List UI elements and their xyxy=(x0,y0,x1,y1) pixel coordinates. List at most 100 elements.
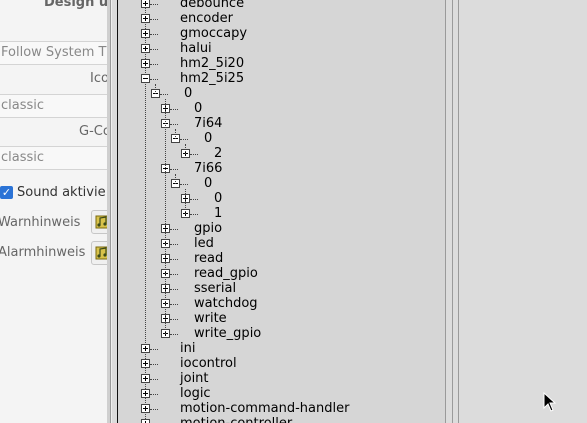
hal-tree-window: debounce encoder gmoccapy halui hm2_5i20 hm2_… xyxy=(107,0,587,423)
tree-connector xyxy=(150,379,158,380)
tree-connector xyxy=(190,214,198,215)
tree-connector xyxy=(170,124,178,125)
tree-connector xyxy=(170,244,178,245)
tree-row[interactable]: hm2_5i25 xyxy=(118,71,438,87)
tree-guide-line xyxy=(175,129,176,139)
plus-box-icon[interactable] xyxy=(141,29,150,38)
tree-node-label: 0 xyxy=(204,131,213,146)
tree-node-label: gpio xyxy=(194,221,223,236)
warning-sound-button[interactable] xyxy=(91,210,107,234)
plus-box-icon[interactable] xyxy=(141,404,150,413)
plus-box-icon[interactable] xyxy=(141,0,150,8)
tree-row[interactable]: 7i64 xyxy=(118,116,438,132)
tree-row[interactable]: gmoccapy xyxy=(118,26,438,42)
tree-node-label: 0 xyxy=(194,101,203,116)
tree-row[interactable]: ini xyxy=(118,341,438,357)
tree-row[interactable]: halui xyxy=(118,41,438,57)
style-select-1[interactable]: classic xyxy=(0,94,107,118)
tree-row[interactable]: 0 xyxy=(118,176,438,192)
tree-node-label: motion-controller xyxy=(180,416,292,423)
tree-connector xyxy=(190,199,198,200)
tree-guide-line xyxy=(185,189,186,214)
tree-row[interactable]: hm2_5i20 xyxy=(118,56,438,72)
style-select-2[interactable]: classic xyxy=(0,146,107,170)
tree-connector xyxy=(150,64,158,65)
tree-row[interactable]: joint xyxy=(118,371,438,387)
tree-row[interactable]: debounce xyxy=(118,0,438,12)
tree-connector xyxy=(150,49,158,50)
tree-row[interactable]: motion-command-handler xyxy=(118,401,438,417)
plus-box-icon[interactable] xyxy=(141,359,150,368)
plus-box-icon[interactable] xyxy=(141,374,150,383)
tree-row[interactable]: read_gpio xyxy=(118,266,438,282)
tree-row[interactable]: 0 xyxy=(118,101,438,117)
tree-node-label: 0 xyxy=(214,191,223,206)
tree-connector xyxy=(170,259,178,260)
tree-row[interactable]: 7i66 xyxy=(118,161,438,177)
tree-node-label: motion-command-handler xyxy=(180,401,350,416)
alarm-sound-button[interactable] xyxy=(91,241,107,265)
minus-box-icon[interactable] xyxy=(141,74,150,83)
tree-node-label: joint xyxy=(180,371,209,386)
tree-node-label: read xyxy=(194,251,224,266)
tree-row[interactable]: read xyxy=(118,251,438,267)
tree-node-label: ini xyxy=(180,341,196,356)
sound-checkbox[interactable]: ✓ xyxy=(0,186,13,199)
tree-connector xyxy=(170,319,178,320)
tree-connector xyxy=(170,229,178,230)
tree-node-label: 0 xyxy=(184,86,193,101)
tree-row[interactable]: logic xyxy=(118,386,438,402)
tree-node-label: 2 xyxy=(214,146,223,161)
plus-box-icon[interactable] xyxy=(141,389,150,398)
tree-guide-line xyxy=(165,99,166,334)
sound-checkbox-label: Sound aktivie xyxy=(17,185,106,200)
tree-guide-line xyxy=(185,144,186,154)
tree-row[interactable]: 0 xyxy=(118,191,438,207)
plus-box-icon[interactable] xyxy=(141,59,150,68)
tree-row[interactable]: motion-controller xyxy=(118,416,438,423)
settings-heading: Design u xyxy=(44,0,107,10)
tree-node-label: 7i66 xyxy=(194,161,223,176)
tree-row[interactable]: write_gpio xyxy=(118,326,438,342)
plus-box-icon[interactable] xyxy=(141,14,150,23)
tree-row[interactable]: 2 xyxy=(118,146,438,162)
tree-row[interactable]: gpio xyxy=(118,221,438,237)
tree-connector xyxy=(150,34,158,35)
tree-row[interactable]: 0 xyxy=(118,86,438,102)
tree-guide-line xyxy=(175,174,176,184)
plus-box-icon[interactable] xyxy=(141,344,150,353)
tree-row[interactable]: 1 xyxy=(118,206,438,222)
tree-node-label: led xyxy=(194,236,214,251)
tree-connector xyxy=(170,334,178,335)
plus-box-icon[interactable] xyxy=(141,44,150,53)
tree-row[interactable]: write xyxy=(118,311,438,327)
icon-label: Ico xyxy=(90,71,107,86)
window-border-highlight xyxy=(111,0,112,423)
theme-select[interactable]: Follow System Th xyxy=(0,41,107,65)
tree-row[interactable]: sserial xyxy=(118,281,438,297)
tree-connector xyxy=(170,169,178,170)
tree-node-label: hm2_5i25 xyxy=(180,71,245,86)
tree-row[interactable]: 0 xyxy=(118,131,438,147)
tree-connector xyxy=(150,409,158,410)
tree-connector xyxy=(150,364,158,365)
plus-box-icon[interactable] xyxy=(141,419,150,423)
tree-node-label: 0 xyxy=(204,176,213,191)
hal-tree-view[interactable]: debounce encoder gmoccapy halui hm2_5i20 hm2_… xyxy=(117,0,446,423)
tree-connector xyxy=(170,289,178,290)
tree-node-label: gmoccapy xyxy=(180,26,248,41)
tree-row[interactable]: led xyxy=(118,236,438,252)
gcode-label: G-Co xyxy=(79,124,107,139)
tree-node-label: iocontrol xyxy=(180,356,237,371)
tree-row[interactable]: encoder xyxy=(118,11,438,27)
tree-connector xyxy=(170,109,178,110)
tree-connector xyxy=(170,274,178,275)
tree-node-label: halui xyxy=(180,41,212,56)
tree-node-label: read_gpio xyxy=(194,266,258,281)
tree-node-label: watchdog xyxy=(194,296,258,311)
tree-row[interactable]: iocontrol xyxy=(118,356,438,372)
tree-guide-line xyxy=(155,84,156,94)
warning-label: Warnhinweis xyxy=(0,215,81,230)
tree-node-label: encoder xyxy=(180,11,233,26)
tree-row[interactable]: watchdog xyxy=(118,296,438,312)
